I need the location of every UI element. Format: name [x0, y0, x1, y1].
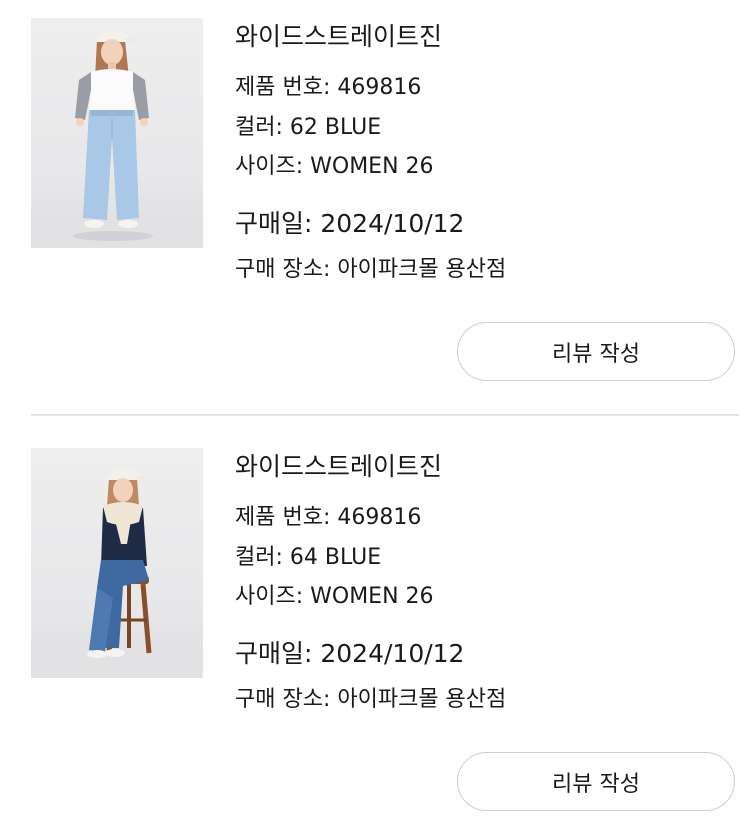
product-image[interactable] — [31, 18, 203, 248]
product-size: 사이즈: WOMEN 26 — [235, 154, 434, 179]
order-divider — [31, 414, 739, 416]
product-size: 사이즈: WOMEN 26 — [235, 584, 434, 609]
purchase-history-list: 와이드스트레이트진 제품 번호: 469816 컬러: 62 BLUE 사이즈:… — [0, 0, 750, 833]
purchase-store: 구매 장소: 아이파크몰 용산점 — [235, 257, 507, 282]
product-name[interactable]: 와이드스트레이트진 — [235, 24, 442, 49]
product-name[interactable]: 와이드스트레이트진 — [235, 454, 442, 479]
order-card: 와이드스트레이트진 제품 번호: 469816 컬러: 64 BLUE 사이즈:… — [0, 430, 750, 830]
write-review-button[interactable]: 리뷰 작성 — [457, 322, 735, 381]
product-color: 컬러: 64 BLUE — [235, 545, 382, 570]
order-card: 와이드스트레이트진 제품 번호: 469816 컬러: 62 BLUE 사이즈:… — [0, 0, 750, 400]
purchase-date: 구매일: 2024/10/12 — [235, 639, 465, 668]
purchase-date: 구매일: 2024/10/12 — [235, 209, 465, 238]
product-image[interactable] — [31, 448, 203, 678]
write-review-button[interactable]: 리뷰 작성 — [457, 752, 735, 811]
product-color: 컬러: 62 BLUE — [235, 115, 382, 140]
product-number: 제품 번호: 469816 — [235, 75, 422, 100]
purchase-store: 구매 장소: 아이파크몰 용산점 — [235, 687, 507, 712]
product-number: 제품 번호: 469816 — [235, 505, 422, 530]
